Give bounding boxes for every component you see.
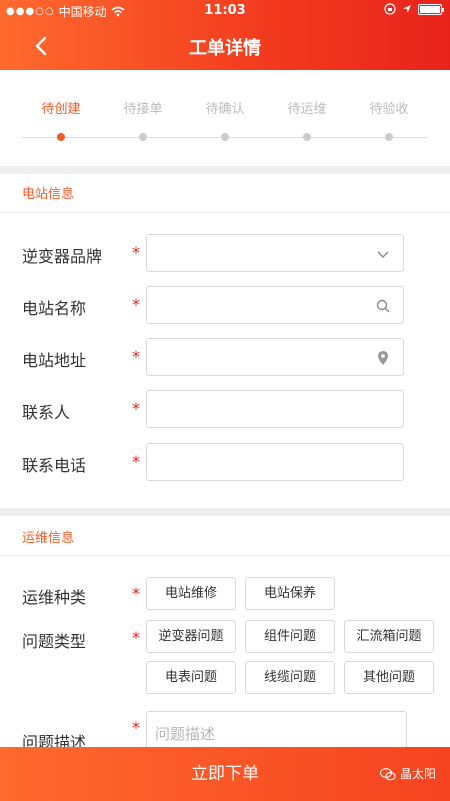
step-label: 待创建 [41,102,81,117]
station-section-title: 电站信息 [22,187,75,202]
contact-input[interactable] [146,390,404,428]
contact-label: 联系人 [22,403,71,422]
option-other-problem[interactable]: 其他问题 [344,661,434,694]
option-meter-problem[interactable]: 电表问题 [146,661,236,694]
step-dot [303,133,311,141]
submit-label: 立即下单 [191,764,259,784]
watermark-text: 晶太阳 [399,767,436,781]
battery-level [420,5,440,13]
header-bar: ●●●○○ 中国移动 11:03 工单详情 [0,0,450,70]
required-mark: * [132,584,140,603]
option-module-problem[interactable]: 组件问题 [245,620,335,653]
step-label: 待运维 [287,102,327,117]
option-cable-problem[interactable]: 线缆问题 [245,661,335,694]
step-label: 待接单 [123,102,163,117]
section-divider [0,508,450,516]
option-inverter-problem[interactable]: 逆变器问题 [146,620,236,653]
location-pin-icon[interactable] [375,350,391,366]
step-label: 待确认 [205,102,245,117]
required-mark: * [132,452,140,471]
status-bar: ●●●○○ 中国移动 11:03 [0,0,450,22]
option-station-repair[interactable]: 电站维修 [146,577,236,610]
maintenance-type-label: 运维种类 [22,588,87,607]
rotation-lock-icon [384,3,396,15]
description-placeholder: 问题描述 [155,725,216,743]
required-mark: * [132,347,140,366]
watermark: 晶太阳 [379,767,436,781]
maintenance-section-title: 运维信息 [22,531,75,546]
option-station-upkeep[interactable]: 电站保养 [245,577,335,610]
required-mark: * [132,628,140,647]
problem-type-label: 问题类型 [22,632,87,651]
required-mark: * [132,295,140,314]
station-name-label: 电站名称 [22,299,87,318]
step-dot [385,133,393,141]
required-mark: * [132,399,140,418]
required-mark: * [132,243,140,262]
section-rule [0,555,450,556]
page-title: 工单详情 [189,38,261,59]
required-mark: * [132,718,140,737]
phone-input[interactable] [146,443,404,481]
inverter-brand-select[interactable] [146,234,404,272]
section-divider [0,166,450,174]
nav-bar: 工单详情 [0,26,450,66]
step-dot [221,133,229,141]
section-rule [0,212,450,213]
station-address-label: 电站地址 [22,351,87,370]
progress-steps: 待创建 待接单 待确认 待运维 待验收 [0,70,450,166]
step-dot [57,133,65,141]
status-time: 11:03 [204,3,246,18]
phone-label: 联系电话 [22,456,87,475]
option-combiner-problem[interactable]: 汇流箱问题 [344,620,434,653]
station-name-input[interactable] [146,286,404,324]
step-dot [139,133,147,141]
station-address-input[interactable] [146,338,404,376]
submit-order-button[interactable]: 立即下单 晶太阳 [0,747,450,801]
status-right [384,3,444,15]
location-arrow-icon [403,5,411,13]
step-label: 待验收 [369,102,409,117]
chevron-down-icon [377,251,389,258]
inverter-brand-label: 逆变器品牌 [22,247,103,266]
battery-icon [418,3,444,15]
search-icon[interactable] [375,298,391,314]
wechat-icon [379,767,396,780]
